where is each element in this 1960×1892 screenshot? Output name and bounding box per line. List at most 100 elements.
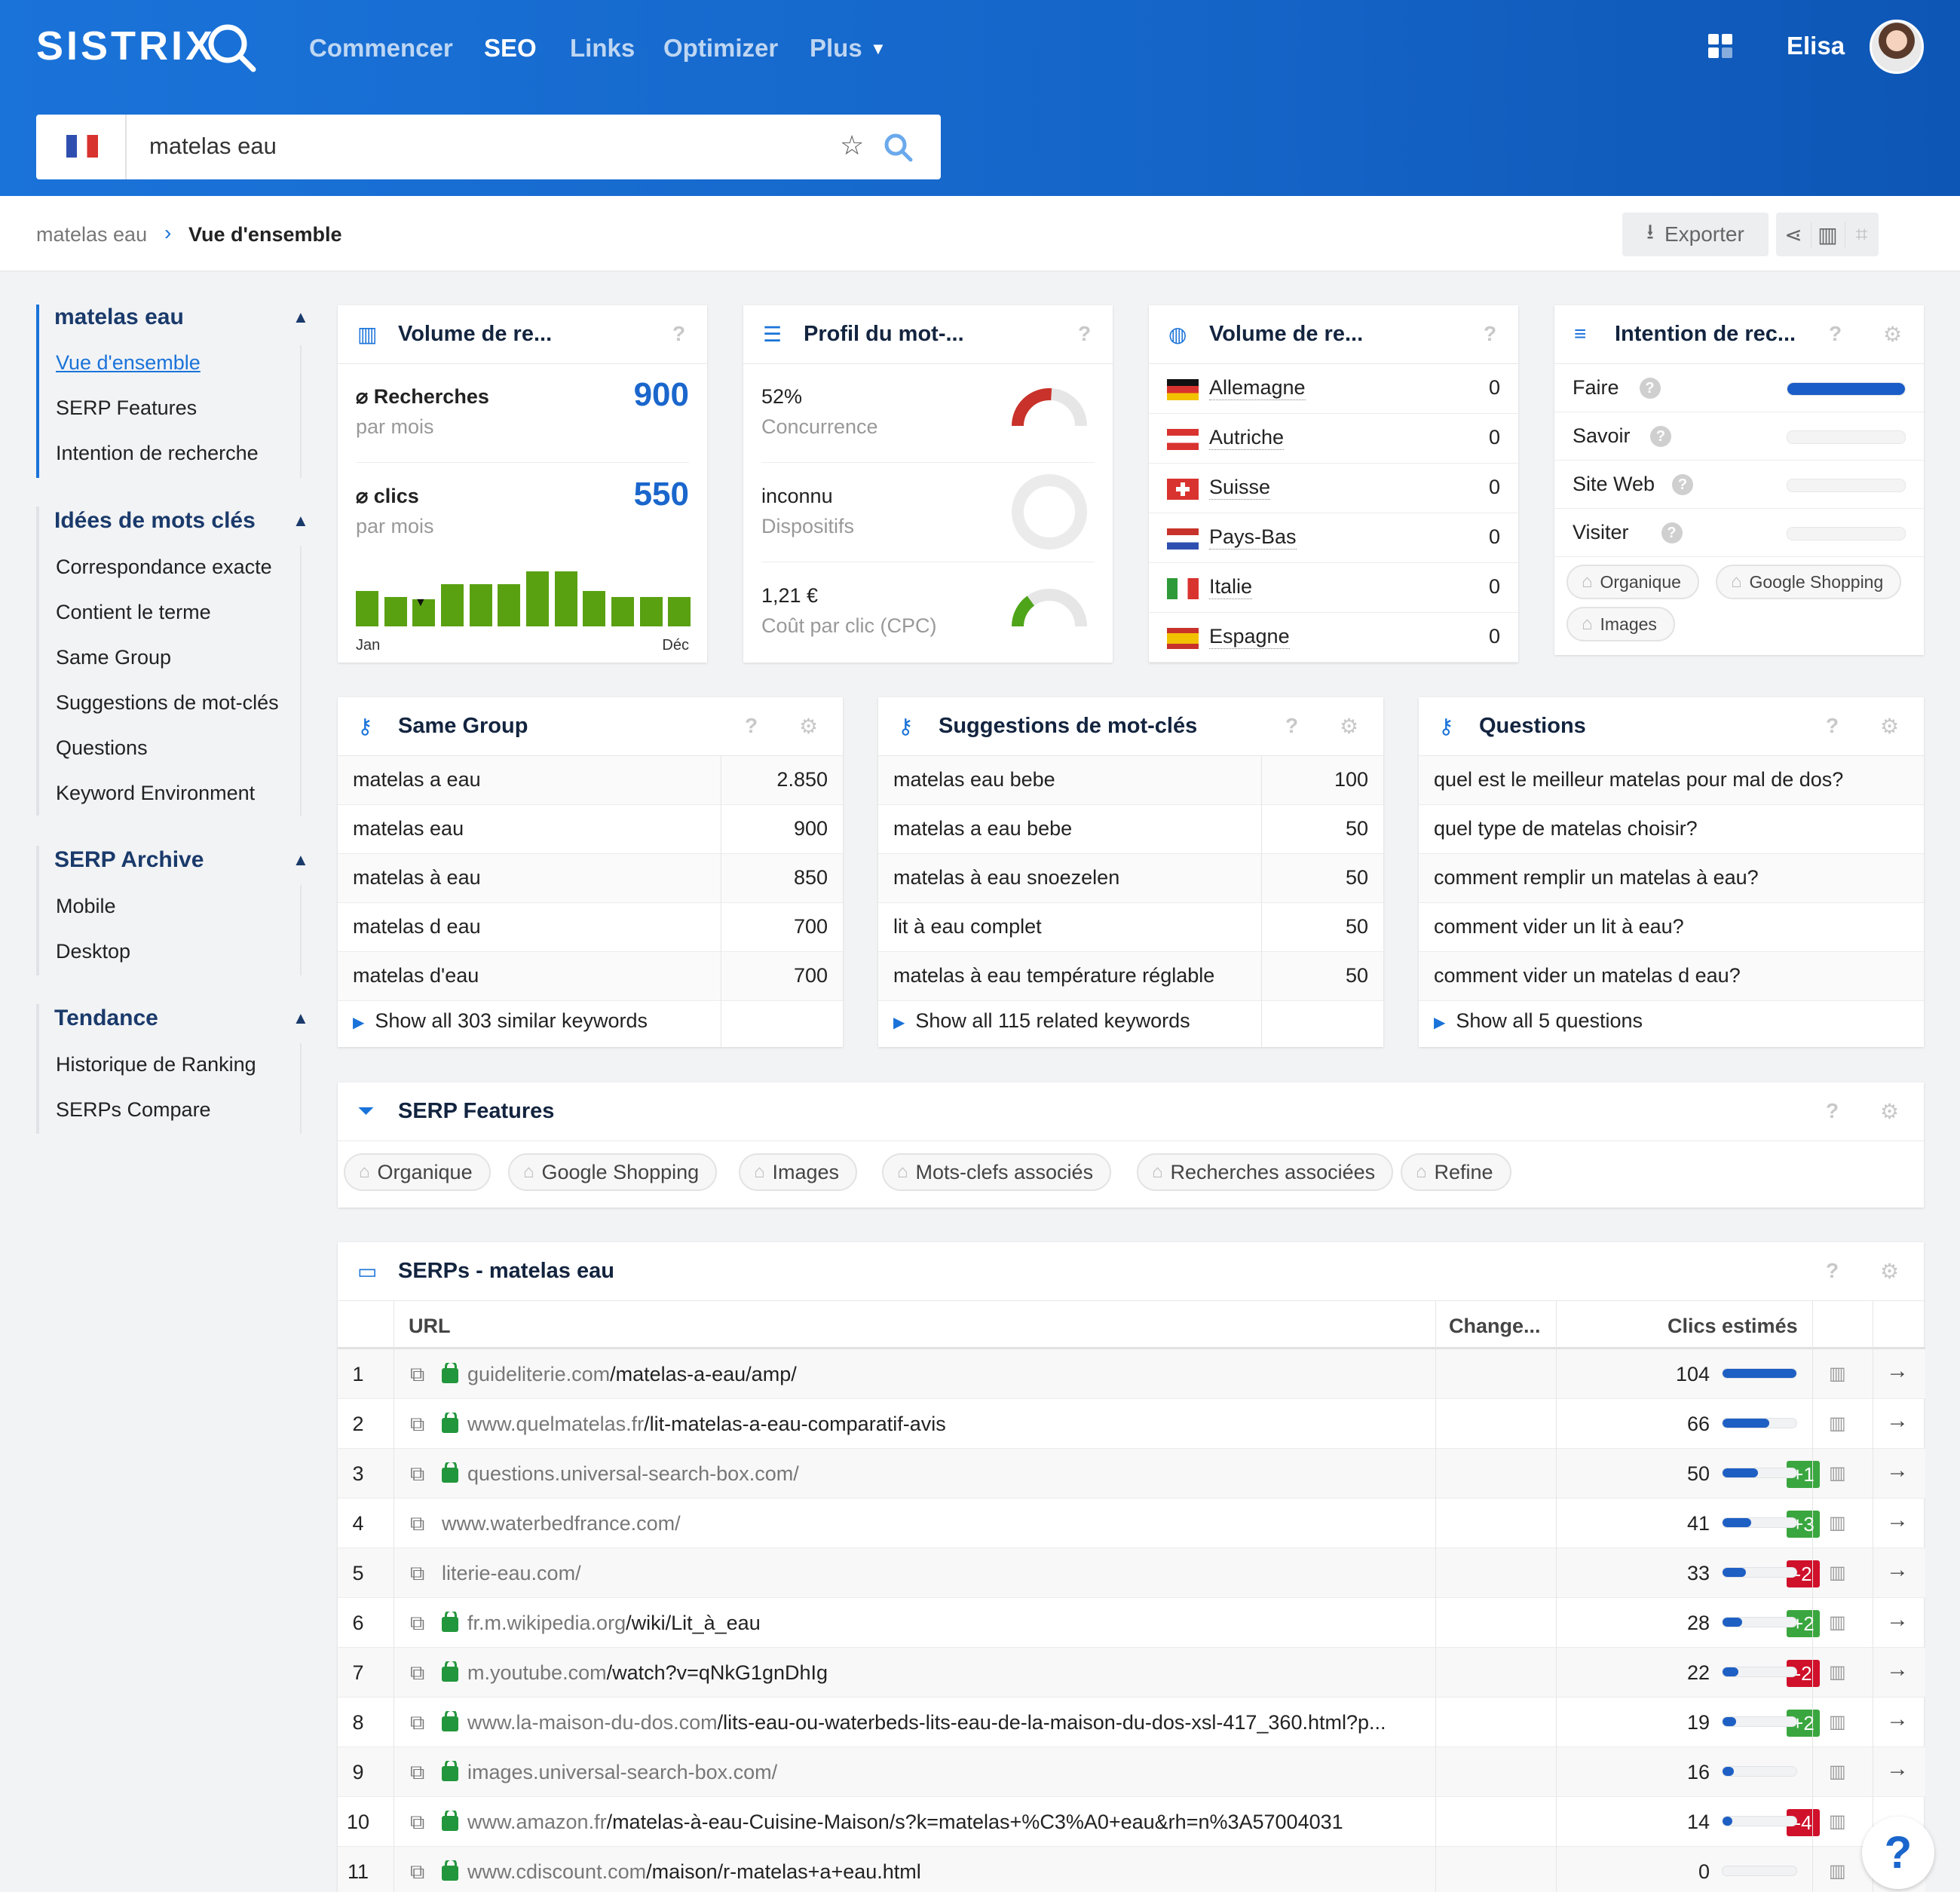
intent-tag[interactable]: ⌂ Google Shopping [1716,565,1902,599]
result-url[interactable]: questions.universal-search-box.com/ [442,1462,799,1486]
arrow-right-icon[interactable]: → [1886,1657,1909,1682]
country-row[interactable]: Pays-Bas 0 [1149,513,1518,563]
search-input[interactable]: matelas eau [149,133,277,160]
table-row[interactable]: 11 ⧉ www.cdiscount.com/maison/r-matelas+a+… [338,1847,1925,1892]
volume-bar[interactable] [498,584,520,626]
help-icon[interactable]: ? [1826,714,1839,738]
question-text[interactable]: quel type de matelas choisir? [1434,817,1698,840]
arrow-right-icon[interactable]: → [1886,1458,1909,1483]
volume-bar[interactable] [526,571,549,626]
country-row[interactable]: Suisse 0 [1149,464,1518,513]
gear-icon[interactable]: ⚙ [1340,714,1358,739]
external-link-icon[interactable]: ⧉ [410,1612,424,1636]
show-all-similar-link[interactable]: ▶ Show all 303 similar keywords [353,1009,648,1033]
serp-feature-tag[interactable]: ⌂ Mots-clefs associés [882,1153,1112,1191]
volume-bar[interactable] [555,571,577,626]
external-link-icon[interactable]: ⧉ [410,1512,424,1536]
arrow-right-icon[interactable]: → [1886,1358,1909,1384]
gear-icon[interactable]: ⚙ [799,714,818,739]
keyword-link[interactable]: matelas à eau température réglable [893,964,1214,987]
arrow-right-icon[interactable]: → [1886,1607,1909,1633]
table-row[interactable]: 10 ⧉ www.amazon.fr/matelas-à-eau-Cuisine-M… [338,1797,1925,1847]
result-url[interactable]: www.la-maison-du-dos.com/lits-eau-ou-wat… [442,1711,1386,1734]
question-text[interactable]: comment vider un matelas d eau? [1434,964,1741,987]
arrow-right-icon[interactable]: → [1886,1508,1909,1533]
result-url[interactable]: www.quelmatelas.fr/lit-matelas-a-eau-com… [442,1413,946,1436]
question-row[interactable]: quel type de matelas choisir? [1419,805,1924,854]
external-link-icon[interactable]: ⧉ [410,1562,424,1586]
nav-plus[interactable]: Plus [810,34,862,63]
chevron-up-icon[interactable]: ▲ [292,511,309,531]
keyword-link[interactable]: matelas à eau [353,866,481,889]
table-row[interactable]: matelas a eau bebe 50 [878,805,1383,854]
serp-feature-tag[interactable]: ⌂ Refine [1401,1153,1511,1191]
nav-optimizer[interactable]: Optimizer [663,34,778,63]
sidebar-item-same-group[interactable]: Same Group [56,646,171,669]
sidebar-item-overview[interactable]: Vue d'ensemble [56,351,201,375]
external-link-icon[interactable]: ⧉ [410,1462,424,1486]
intent-row[interactable]: Visiter? [1554,509,1924,557]
table-row[interactable]: 6 ⧉ fr.m.wikipedia.org/wiki/Lit_à_eau +2 28 ▥… [338,1598,1925,1648]
sidebar-group-title[interactable]: matelas eau [54,305,184,330]
chart-icon[interactable]: ▥ [1829,1860,1846,1882]
question-text[interactable]: comment remplir un matelas à eau? [1434,866,1759,889]
user-name[interactable]: Elisa [1787,32,1845,60]
keyword-link[interactable]: matelas à eau snoezelen [893,866,1119,889]
sidebar-item-ranking-history[interactable]: Historique de Ranking [56,1053,256,1076]
result-url[interactable]: literie-eau.com/ [442,1562,581,1585]
arrow-right-icon[interactable]: → [1886,1756,1909,1782]
result-url[interactable]: m.youtube.com/watch?v=qNkG1gnDhIg [442,1661,828,1685]
sidebar-group-title[interactable]: SERP Archive [54,847,204,873]
chart-icon[interactable]: ▥ [1829,1562,1846,1584]
volume-bar[interactable] [356,591,378,626]
external-link-icon[interactable]: ⧉ [410,1811,424,1835]
nav-links[interactable]: Links [570,34,635,63]
sidebar-item-mobile[interactable]: Mobile [56,895,116,918]
external-link-icon[interactable]: ⧉ [410,1363,424,1387]
table-row[interactable]: 4 ⧉ www.waterbedfrance.com/+3 41 ▥ → [338,1499,1925,1548]
search-icon[interactable] [884,133,914,163]
intent-row[interactable]: Faire? [1554,364,1924,412]
nav-commencer[interactable]: Commencer [309,34,453,63]
help-circle-icon[interactable]: ? [1672,474,1693,495]
chart-icon[interactable]: ▥ [1829,1612,1846,1633]
help-circle-icon[interactable]: ? [1639,378,1661,399]
result-url[interactable]: www.amazon.fr/matelas-à-eau-Cuisine-Mais… [442,1811,1343,1834]
help-circle-icon[interactable]: ? [1650,426,1671,447]
table-row[interactable]: matelas eau bebe 100 [878,756,1383,805]
result-url[interactable]: fr.m.wikipedia.org/wiki/Lit_à_eau [442,1612,761,1635]
volume-bar[interactable] [384,597,407,626]
help-icon[interactable]: ? [1826,1099,1839,1123]
chart-icon[interactable]: ▥ [1829,1462,1846,1484]
serp-feature-tag[interactable]: ⌂ Images [739,1153,858,1191]
gear-icon[interactable]: ⚙ [1880,1259,1899,1284]
intent-tag[interactable]: ⌂ Organique [1566,565,1699,599]
arrow-right-icon[interactable]: → [1886,1557,1909,1583]
volume-bar[interactable] [470,584,492,626]
external-link-icon[interactable]: ⧉ [410,1661,424,1685]
table-row[interactable]: lit à eau complet 50 [878,903,1383,952]
result-url[interactable]: www.cdiscount.com/maison/r-matelas+a+eau… [442,1860,921,1884]
external-link-icon[interactable]: ⧉ [410,1413,424,1437]
arrow-right-icon[interactable]: → [1886,1408,1909,1434]
table-row[interactable]: matelas à eau température réglable 50 [878,952,1383,1001]
intent-row[interactable]: Savoir? [1554,412,1924,461]
question-row[interactable]: quel est le meilleur matelas pour mal de… [1419,756,1924,805]
help-icon[interactable]: ? [1484,322,1496,346]
table-row[interactable]: 7 ⧉ m.youtube.com/watch?v=qNkG1gnDhIg -2 22 ▥… [338,1648,1925,1698]
chart-icon[interactable]: ▥ [1829,1761,1846,1783]
chart-icon[interactable]: ▥ [1829,1512,1846,1534]
question-text[interactable]: quel est le meilleur matelas pour mal de… [1434,768,1843,791]
sidebar-item-intent[interactable]: Intention de recherche [56,442,259,465]
help-circle-icon[interactable]: ? [1661,522,1683,543]
table-row[interactable]: 2 ⧉ www.quelmatelas.fr/lit-matelas-a-eau-c… [338,1399,1925,1449]
question-row[interactable]: comment vider un lit à eau? [1419,903,1924,952]
serp-feature-tag[interactable]: ⌂ Organique [344,1153,491,1191]
chart-icon[interactable]: ▥ [1829,1363,1846,1385]
table-row[interactable]: matelas d'eau 700 [338,952,843,1001]
print-icon[interactable]: ⌗ [1844,222,1879,247]
help-icon[interactable]: ? [672,322,685,346]
result-url[interactable]: images.universal-search-box.com/ [442,1761,777,1784]
sidebar-item-keyword-env[interactable]: Keyword Environment [56,782,255,805]
help-icon[interactable]: ? [1826,1259,1839,1283]
